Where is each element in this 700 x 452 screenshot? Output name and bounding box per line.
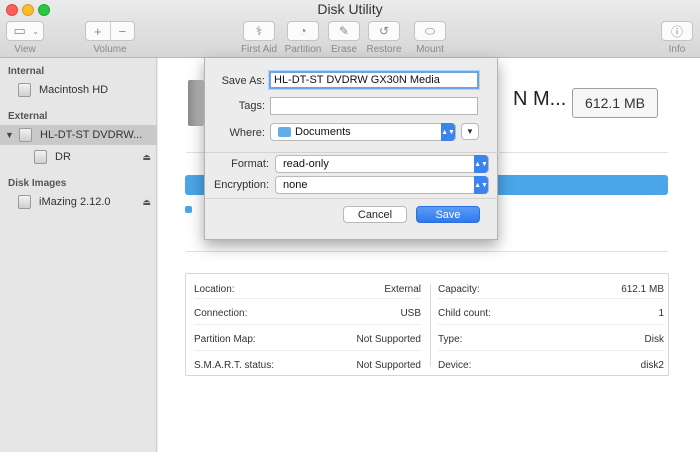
info-row-connection: Connection: USB <box>194 308 421 319</box>
where-popup[interactable]: Documents ▲▼ <box>270 123 456 141</box>
info-label: Info <box>668 44 686 55</box>
mount-label: Mount <box>416 44 444 55</box>
chevron-down-icon: ▼ <box>466 127 474 136</box>
row-divider <box>438 298 664 299</box>
encryption-label: Encryption: <box>213 179 269 191</box>
info-icon: ⓘ <box>670 24 683 39</box>
remove-volume-button[interactable]: − <box>109 22 135 40</box>
where-label: Where: <box>229 127 265 139</box>
sidebar-item-imazing[interactable]: iMazing 2.12.0 ⏏ <box>0 192 157 212</box>
sidebar-item-dvdrw[interactable]: ▼ HL-DT-ST DVDRW... <box>0 125 157 145</box>
usage-legend-swatch <box>185 206 192 213</box>
view-button[interactable]: ▭ ⌄ <box>6 21 44 41</box>
volume-segmented-control: + − <box>85 21 135 41</box>
where-value: Documents <box>295 126 351 138</box>
sidebar-item-label: DR <box>55 151 71 163</box>
title-bar: Disk Utility ▭ ⌄ View + − Volume ⚕ First… <box>0 0 700 58</box>
partition-button[interactable]: ◔ <box>287 21 319 41</box>
capacity-display: 612.1 MB <box>572 88 658 118</box>
mount-icon: ⬭ <box>424 23 436 38</box>
row-divider <box>194 350 421 351</box>
sidebar-section-external: External <box>8 111 48 122</box>
restore-icon: ↺ <box>378 24 390 38</box>
erase-button[interactable]: ✎ <box>328 21 360 41</box>
optical-drive-icon <box>19 128 32 142</box>
add-volume-button[interactable]: + <box>86 22 110 40</box>
save-sheet: Save As: Tags: Where: Documents ▲▼ ▼ For… <box>204 58 499 240</box>
window-title: Disk Utility <box>317 1 383 17</box>
disk-title: N M... <box>513 88 567 110</box>
sidebar-section-internal: Internal <box>8 66 45 77</box>
first-aid-button[interactable]: ⚕ <box>243 21 275 41</box>
chevron-down-icon: ⌄ <box>32 26 39 36</box>
disc-volume-icon <box>34 150 47 164</box>
format-value: read-only <box>283 158 329 170</box>
sidebar-icon: ▭ <box>13 23 26 38</box>
info-row-smart-status: S.M.A.R.T. status: Not Supported <box>194 360 421 371</box>
sidebar-item-label: Macintosh HD <box>39 84 109 96</box>
stethoscope-icon: ⚕ <box>255 24 263 38</box>
info-row-partition-map: Partition Map: Not Supported <box>194 334 421 345</box>
format-label: Format: <box>231 158 269 170</box>
sidebar-item-label: HL-DT-ST DVDRW... <box>40 129 143 141</box>
divider <box>186 251 668 252</box>
disk-image-icon <box>18 195 31 209</box>
sidebar: Internal Macintosh HD External ▼ HL-DT-S… <box>0 58 157 452</box>
disclosure-triangle-icon[interactable]: ▼ <box>5 130 14 140</box>
info-row-capacity: Capacity: 612.1 MB <box>438 284 664 295</box>
mount-button[interactable]: ⬭ <box>414 21 446 41</box>
tags-field[interactable] <box>270 97 478 115</box>
sidebar-item-label: iMazing 2.12.0 <box>39 196 111 208</box>
row-divider <box>194 324 421 325</box>
restore-button[interactable]: ↺ <box>368 21 400 41</box>
info-panel: Location: External Connection: USB Parti… <box>185 273 669 376</box>
erase-icon: ✎ <box>338 24 350 38</box>
divider <box>205 198 499 199</box>
row-divider <box>438 324 664 325</box>
info-button[interactable]: ⓘ <box>661 21 693 41</box>
save-as-label: Save As: <box>221 75 265 87</box>
volume-label: Volume <box>93 44 127 55</box>
info-row-child-count: Child count: 1 <box>438 308 664 319</box>
column-divider <box>430 284 431 367</box>
info-row-device: Device: disk2 <box>438 360 664 371</box>
popup-arrows-icon: ▲▼ <box>474 176 488 194</box>
sidebar-section-disk-images: Disk Images <box>8 178 67 189</box>
encryption-value: none <box>283 179 308 191</box>
encryption-popup[interactable]: none ▲▼ <box>275 176 489 194</box>
eject-icon[interactable]: ⏏ <box>142 197 151 208</box>
save-as-field[interactable] <box>269 71 479 89</box>
row-divider <box>438 350 664 351</box>
divider <box>205 152 499 153</box>
folder-icon <box>278 127 291 137</box>
popup-arrows-icon: ▲▼ <box>474 155 488 173</box>
sidebar-item-dr[interactable]: DR ⏏ <box>0 147 157 167</box>
expand-dialog-button[interactable]: ▼ <box>461 123 479 140</box>
cancel-button[interactable]: Cancel <box>343 206 407 223</box>
save-button[interactable]: Save <box>416 206 480 223</box>
view-label: View <box>14 44 36 55</box>
pie-chart-icon: ◔ <box>299 24 307 38</box>
info-row-type: Type: Disk <box>438 334 664 345</box>
hard-drive-icon <box>18 83 31 97</box>
sidebar-item-macintosh-hd[interactable]: Macintosh HD <box>0 80 157 100</box>
popup-arrows-icon: ▲▼ <box>441 123 455 141</box>
tags-label: Tags: <box>238 100 265 112</box>
drive-icon <box>188 80 204 126</box>
info-row-location: Location: External <box>194 284 421 295</box>
row-divider <box>194 298 421 299</box>
format-popup[interactable]: read-only ▲▼ <box>275 155 489 173</box>
eject-icon[interactable]: ⏏ <box>142 152 151 163</box>
